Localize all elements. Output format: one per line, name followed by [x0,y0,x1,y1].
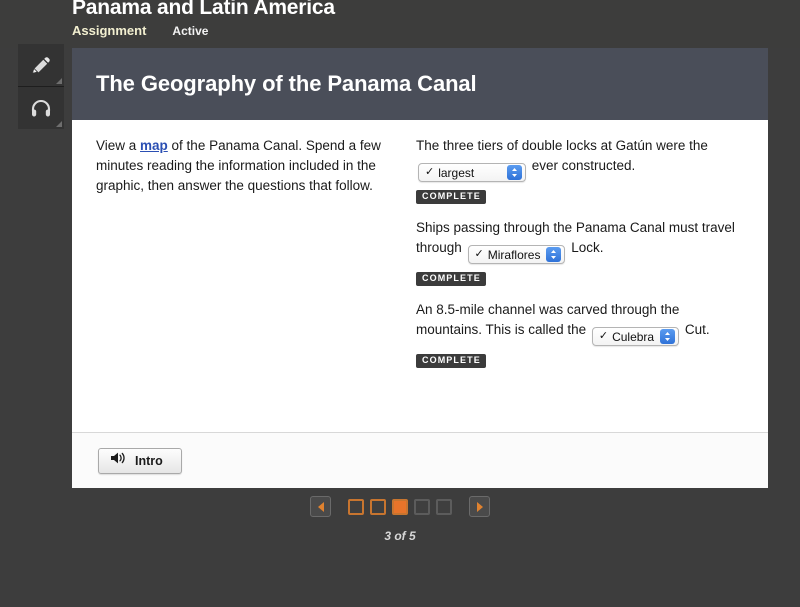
chevron-updown-icon[interactable] [546,247,562,262]
check-icon: ✓ [425,166,435,178]
page-dot-5[interactable] [436,498,452,515]
pagination: 3 of 5 [0,496,800,543]
top-bar: Panama and Latin America Assignment Acti… [0,0,800,48]
pagination-controls [310,496,490,517]
chevron-updown-icon[interactable] [660,329,676,344]
tab-active[interactable]: Active [172,24,208,38]
page-dot-3[interactable] [392,498,408,515]
chevron-updown-icon[interactable] [507,165,522,180]
answer-value: Culebra [612,329,655,344]
instructions-column: View a map of the Panama Canal. Spend a … [96,136,416,432]
instructions-before-link: View a [96,138,141,153]
speaker-icon [109,450,127,471]
lesson-footer: Intro [72,432,768,488]
answer-dropdown[interactable]: ✓ largest [418,163,526,182]
status-badge: COMPLETE [416,272,486,286]
answer-value: largest [438,165,475,180]
page-indicator-label: 3 of 5 [384,529,416,543]
question-text: Ships passing through the Panama Canal m… [416,218,746,264]
next-page-button[interactable] [469,496,490,517]
check-icon: ✓ [598,330,609,342]
tab-assignment[interactable]: Assignment [72,23,146,38]
pencil-icon [29,53,53,77]
course-title: Panama and Latin America [72,0,335,19]
question-item: Ships passing through the Panama Canal m… [416,218,746,286]
question-text-after: Lock. [567,240,604,255]
tool-rail [18,44,64,129]
question-text: An 8.5-mile channel was carved through t… [416,300,746,346]
question-text-after: ever constructed. [528,158,636,173]
lesson-card: The Geography of the Panama Canal View a… [72,48,768,488]
tab-bar: Assignment Active [72,23,208,38]
question-item: The three tiers of double locks at Gatún… [416,136,746,204]
lesson-body: View a map of the Panama Canal. Spend a … [72,120,768,432]
intro-audio-button[interactable]: Intro [98,447,182,474]
page-dot-2[interactable] [370,498,386,515]
prev-page-button[interactable] [310,496,331,517]
highlighter-tool-button[interactable] [18,44,64,87]
status-badge: COMPLETE [416,354,486,368]
answer-value: Miraflores [487,247,541,262]
answer-dropdown[interactable]: ✓ Miraflores [467,245,566,264]
check-icon: ✓ [474,248,484,260]
question-text: The three tiers of double locks at Gatún… [416,136,746,182]
triangle-left-icon [317,501,324,512]
page-dot-1[interactable] [348,498,364,515]
question-text-before: The three tiers of double locks at Gatún… [416,138,708,153]
map-link[interactable]: map [140,138,168,153]
lesson-header: The Geography of the Panama Canal [72,48,768,120]
instructions-text: View a map of the Panama Canal. Spend a … [96,136,394,196]
triangle-right-icon [476,501,483,512]
page-dot-4[interactable] [414,498,430,515]
headphones-icon [29,96,53,120]
answer-dropdown[interactable]: ✓ Culebra [591,327,680,346]
intro-audio-label: Intro [135,453,163,468]
questions-column: The three tiers of double locks at Gatún… [416,136,746,432]
question-item: An 8.5-mile channel was carved through t… [416,300,746,368]
lesson-title: The Geography of the Panama Canal [96,71,477,96]
question-text-after: Cut. [681,322,710,337]
page-dots [348,498,452,515]
status-badge: COMPLETE [416,190,486,204]
audio-tool-button[interactable] [18,87,64,129]
